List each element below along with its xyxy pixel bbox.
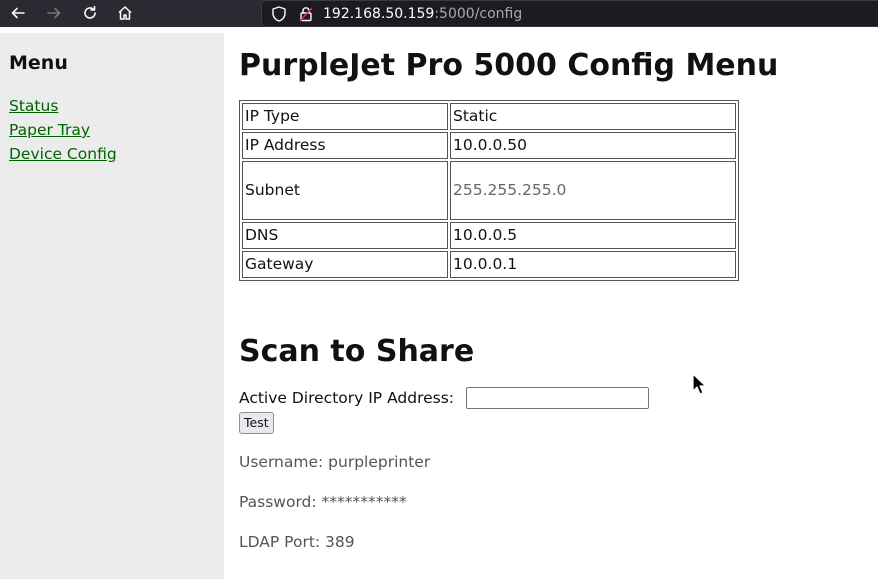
- table-cell-value: Static: [450, 103, 736, 130]
- ldap-port-text: LDAP Port: 389: [239, 533, 355, 551]
- home-icon[interactable]: [113, 1, 137, 25]
- table-row: IP Type Static: [242, 103, 736, 130]
- ad-ip-input[interactable]: [466, 387, 649, 409]
- table-cell-key: IP Address: [242, 132, 448, 159]
- table-row: DNS 10.0.0.5: [242, 222, 736, 249]
- sidebar: Menu Status Paper Tray Device Config: [0, 33, 224, 579]
- table-cell-key: DNS: [242, 222, 448, 249]
- table-cell-value: 255.255.255.0: [450, 161, 736, 220]
- url-host: 192.168.50.159: [323, 6, 435, 22]
- browser-toolbar: 192.168.50.159:5000/config: [0, 0, 878, 27]
- table-cell-value: 10.0.0.1: [450, 251, 736, 278]
- sidebar-item-device-config[interactable]: Device Config: [9, 144, 117, 164]
- config-table: IP Type Static IP Address 10.0.0.50 Subn…: [239, 100, 739, 281]
- table-cell-key: Subnet: [242, 161, 448, 220]
- table-cell-key: Gateway: [242, 251, 448, 278]
- table-cell-key: IP Type: [242, 103, 448, 130]
- insecure-lock-icon[interactable]: [297, 5, 315, 23]
- username-text: Username: purpleprinter: [239, 453, 431, 471]
- sidebar-item-status[interactable]: Status: [9, 96, 58, 116]
- forward-icon[interactable]: [42, 1, 66, 25]
- table-cell-value: 10.0.0.5: [450, 222, 736, 249]
- table-cell-value: 10.0.0.50: [450, 132, 736, 159]
- url-text[interactable]: 192.168.50.159:5000/config: [323, 5, 522, 23]
- url-bar[interactable]: 192.168.50.159:5000/config: [261, 0, 878, 27]
- page-title: PurpleJet Pro 5000 Config Menu: [239, 48, 779, 83]
- table-row: Gateway 10.0.0.1: [242, 251, 736, 278]
- back-icon[interactable]: [6, 1, 30, 25]
- ad-ip-label: Active Directory IP Address:: [239, 389, 455, 407]
- table-row: IP Address 10.0.0.50: [242, 132, 736, 159]
- password-text: Password: ***********: [239, 493, 407, 511]
- url-path: :5000/config: [434, 6, 523, 22]
- mouse-cursor-icon: [692, 373, 707, 395]
- reload-icon[interactable]: [78, 1, 102, 25]
- sidebar-item-paper-tray[interactable]: Paper Tray: [9, 120, 90, 140]
- table-row: Subnet 255.255.255.0: [242, 161, 736, 220]
- tracking-shield-icon[interactable]: [270, 5, 288, 23]
- test-button[interactable]: Test: [239, 412, 274, 434]
- scan-section-title: Scan to Share: [239, 334, 475, 369]
- sidebar-heading: Menu: [9, 52, 68, 74]
